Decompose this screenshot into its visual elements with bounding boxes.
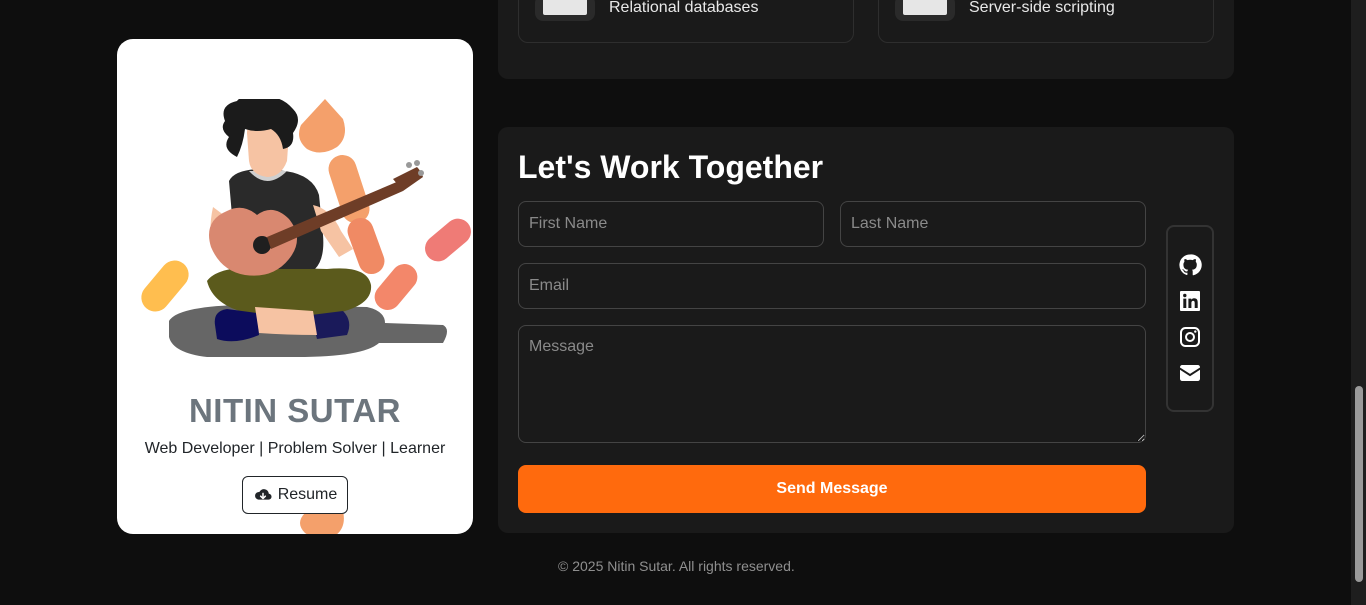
profile-tagline: Web Developer | Problem Solver | Learner xyxy=(144,440,446,457)
email-link[interactable] xyxy=(1178,361,1202,385)
database-icon xyxy=(535,0,595,21)
skill-card: Server-side scripting xyxy=(878,0,1214,43)
skills-panel: Relational databases Server-side scripti… xyxy=(498,0,1234,79)
profile-card: NITIN SUTAR Web Developer | Problem Solv… xyxy=(117,39,473,534)
linkedin-link[interactable] xyxy=(1178,289,1202,313)
linkedin-icon xyxy=(1180,290,1200,311)
first-name-input[interactable] xyxy=(518,201,824,247)
resume-label: Resume xyxy=(277,486,338,503)
skill-card: Relational databases xyxy=(518,0,854,43)
guitarist-illustration xyxy=(141,99,471,357)
skill-label: Server-side scripting xyxy=(969,0,1115,16)
instagram-icon xyxy=(1180,326,1200,347)
last-name-input[interactable] xyxy=(840,201,1146,247)
footer-copyright: © 2025 Nitin Sutar. All rights reserved. xyxy=(558,558,795,574)
scrollbar[interactable] xyxy=(1351,0,1366,605)
contact-title: Let's Work Together xyxy=(518,149,824,185)
envelope-icon xyxy=(1180,364,1200,381)
github-icon xyxy=(1179,253,1202,275)
page: Relational databases Server-side scripti… xyxy=(0,0,1366,605)
message-textarea[interactable] xyxy=(518,325,1146,443)
server-icon xyxy=(895,0,955,21)
send-message-button[interactable]: Send Message xyxy=(518,465,1146,513)
contact-panel: Let's Work Together Send Message xyxy=(498,127,1234,533)
scrollbar-thumb[interactable] xyxy=(1355,386,1363,582)
email-input[interactable] xyxy=(518,263,1146,309)
social-links xyxy=(1166,225,1214,412)
instagram-link[interactable] xyxy=(1178,325,1202,349)
cloud-download-icon xyxy=(254,489,272,500)
github-link[interactable] xyxy=(1178,253,1202,277)
resume-button[interactable]: Resume xyxy=(242,476,348,514)
profile-name: NITIN SUTAR xyxy=(188,392,402,429)
skill-label: Relational databases xyxy=(609,0,759,16)
